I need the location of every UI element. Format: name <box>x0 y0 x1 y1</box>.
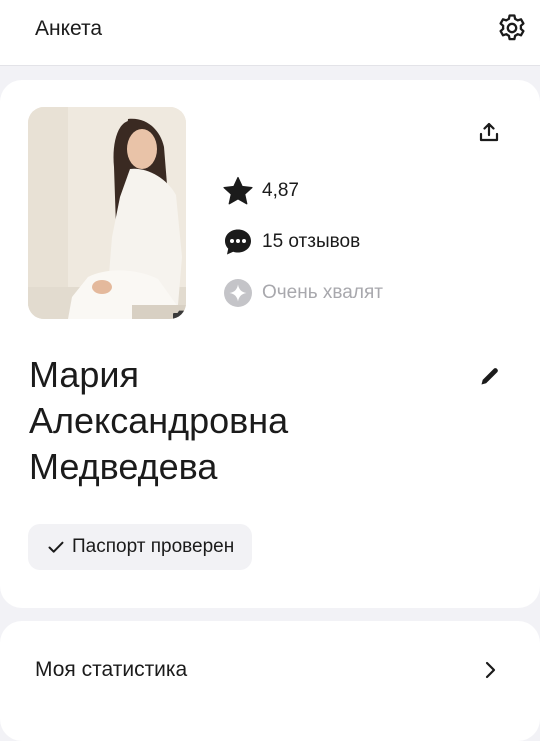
last-name: Медведева <box>29 446 218 487</box>
patronymic: Александровна <box>29 400 289 441</box>
sparkle-icon <box>224 279 252 307</box>
edit-name-button[interactable] <box>473 359 507 393</box>
first-name: Мария <box>29 354 140 395</box>
passport-verified-badge: Паспорт проверен <box>28 524 253 570</box>
share-icon <box>479 122 499 142</box>
star-icon <box>223 176 253 205</box>
my-statistics-label: Моя статистика <box>35 658 188 681</box>
settings-button[interactable] <box>494 10 530 46</box>
rating-stat: 4,87 <box>222 175 299 207</box>
camera-icon <box>173 310 186 319</box>
change-photo-button[interactable] <box>164 299 186 319</box>
chat-bubble-icon <box>225 229 251 255</box>
page-title: Анкета <box>35 17 103 40</box>
my-statistics-row[interactable]: Моя статистика <box>0 621 540 741</box>
chevron-right-icon <box>485 661 496 679</box>
gear-icon <box>499 14 525 41</box>
profile-name: Мария Александровна Медведева <box>29 352 449 490</box>
share-button[interactable] <box>472 115 506 149</box>
praise-stat: Очень хвалят <box>222 277 383 309</box>
pencil-icon <box>481 368 498 385</box>
rating-value: 4,87 <box>262 180 299 201</box>
checkmark-icon <box>48 541 64 553</box>
profile-photo-image <box>28 107 186 319</box>
badge-label: Паспорт проверен <box>72 536 235 557</box>
reviews-stat[interactable]: 15 отзывов <box>222 226 360 258</box>
profile-photo[interactable] <box>28 107 186 319</box>
profile-card: 4,87 15 отзывов Очень хвалят Мария Алекс… <box>0 80 540 608</box>
top-bar: Анкета <box>0 0 540 66</box>
reviews-count: 15 отзывов <box>262 231 361 252</box>
praise-label: Очень хвалят <box>262 282 383 303</box>
